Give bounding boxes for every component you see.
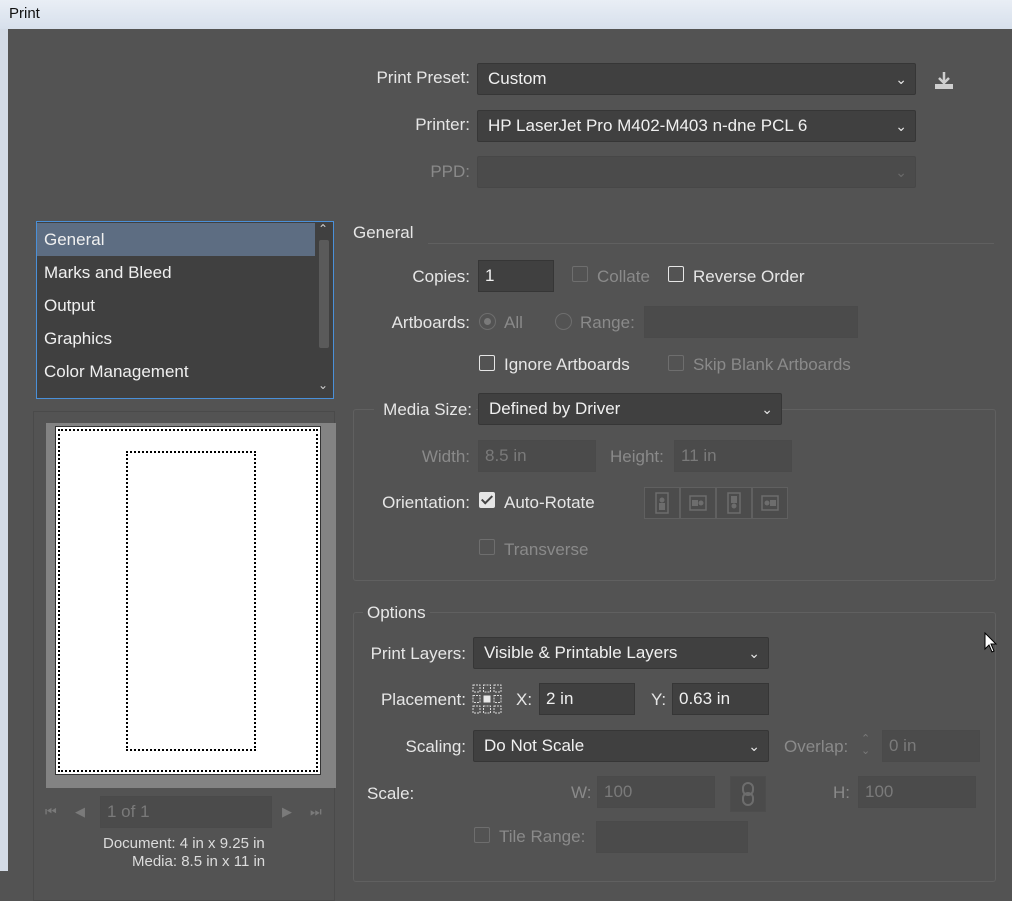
auto-rotate-checkbox[interactable] (479, 492, 495, 508)
placement-x-label: X: (516, 690, 533, 709)
print-layers-value: Visible & Printable Layers (484, 643, 678, 662)
printer-dropdown[interactable]: HP LaserJet Pro M402-M403 n-dne PCL 6 ⌄ (477, 110, 916, 142)
scrollbar-thumb[interactable] (319, 240, 329, 348)
window-title: Print (9, 5, 40, 22)
list-scrollbar[interactable]: ⌃ ⌄ (315, 222, 333, 398)
options-section-title: Options (363, 603, 430, 623)
last-page-icon[interactable]: ⏭ (310, 804, 322, 820)
window-titlebar: Print (0, 0, 1012, 29)
settings-category-list[interactable]: General Marks and Bleed Output Graphics … (36, 221, 334, 399)
reverse-order-checkbox[interactable] (668, 266, 684, 282)
document-size-info: Document: 4 in x 9.25 in (103, 835, 265, 852)
height-label: Height: (610, 447, 664, 466)
print-preset-dropdown[interactable]: Custom ⌄ (477, 63, 916, 95)
overlap-field[interactable]: 0 in (882, 730, 980, 762)
transverse-label: Transverse (504, 540, 589, 559)
sidebar-item-color-management[interactable]: Color Management (37, 355, 315, 388)
link-icon[interactable] (730, 776, 766, 812)
media-size-dropdown[interactable]: Defined by Driver ⌄ (478, 393, 782, 425)
scaling-dropdown[interactable]: Do Not Scale ⌄ (473, 730, 769, 762)
ppd-label: PPD: (430, 162, 470, 181)
scale-h-label: H: (833, 783, 850, 802)
chevron-down-icon: ⌄ (748, 738, 760, 754)
scale-h-field[interactable]: 100 (858, 776, 976, 808)
artboards-label: Artboards: (391, 313, 470, 332)
media-size-label: Media Size: (374, 400, 476, 420)
save-preset-icon[interactable] (932, 69, 956, 93)
collate-label: Collate (597, 267, 650, 286)
scroll-down-icon[interactable]: ⌄ (318, 378, 328, 392)
chevron-down-icon: ⌄ (761, 401, 773, 417)
placement-y-label: Y: (651, 690, 667, 709)
artboards-range-label: Range: (580, 313, 635, 332)
scaling-label: Scaling: (405, 737, 466, 756)
width-field[interactable]: 8.5 in (478, 440, 596, 472)
orientation-portrait-flipped-icon[interactable] (716, 487, 752, 519)
media-size-value: Defined by Driver (489, 399, 621, 418)
placement-grid-icon[interactable] (472, 684, 502, 714)
auto-rotate-label: Auto-Rotate (504, 493, 595, 512)
first-page-icon[interactable]: ⏮ (45, 804, 57, 820)
orientation-landscape-flipped-icon[interactable] (752, 487, 788, 519)
printer-label: Printer: (415, 115, 470, 134)
collate-checkbox[interactable] (572, 266, 588, 282)
artboards-all-radio[interactable] (479, 313, 496, 330)
skip-blank-artboards-label: Skip Blank Artboards (693, 355, 851, 374)
scaling-value: Do Not Scale (484, 736, 585, 755)
print-preset-value: Custom (488, 69, 547, 88)
orientation-landscape-icon[interactable] (680, 487, 716, 519)
window-frame (0, 29, 8, 871)
overlap-stepper-icon[interactable]: ⌃ ⌄ (861, 733, 870, 757)
section-divider (428, 243, 994, 244)
overlap-label: Overlap: (784, 737, 849, 756)
mouse-cursor-icon (984, 631, 998, 659)
scale-w-label: W: (571, 783, 592, 802)
orientation-portrait-icon[interactable] (644, 487, 680, 519)
print-dialog: Print Preset: Custom ⌄ Printer: HP Laser… (8, 29, 1012, 901)
chevron-down-icon: ⌄ (748, 645, 760, 661)
media-size-info: Media: 8.5 in x 11 in (132, 853, 266, 870)
placement-label: Placement: (380, 690, 466, 709)
print-layers-label: Print Layers: (370, 644, 466, 663)
placement-y-field[interactable]: 0.63 in (672, 683, 769, 715)
printer-value: HP LaserJet Pro M402-M403 n-dne PCL 6 (488, 116, 808, 135)
page-number-field[interactable]: 1 of 1 (100, 796, 272, 828)
scale-label: Scale: (367, 784, 415, 803)
chevron-down-icon: ⌄ (895, 71, 907, 87)
skip-blank-artboards-checkbox[interactable] (668, 355, 684, 371)
ignore-artboards-checkbox[interactable] (479, 355, 495, 371)
print-layers-dropdown[interactable]: Visible & Printable Layers ⌄ (473, 637, 769, 669)
sidebar-item-graphics[interactable]: Graphics (37, 322, 315, 355)
general-section-title: General (353, 223, 414, 242)
artboards-range-radio[interactable] (555, 313, 572, 330)
copies-label: Copies: (412, 267, 470, 286)
ppd-dropdown[interactable]: ⌄ (477, 156, 916, 188)
chevron-down-icon: ⌄ (895, 118, 907, 134)
print-preset-label: Print Preset: (376, 68, 470, 87)
height-field[interactable]: 11 in (674, 440, 792, 472)
scale-w-field[interactable]: 100 (597, 776, 715, 808)
prev-page-icon[interactable]: ◀ (75, 804, 85, 820)
artwork-boundary (126, 451, 256, 751)
copies-field[interactable]: 1 (478, 260, 554, 292)
sidebar-item-general[interactable]: General (37, 223, 315, 256)
width-label: Width: (421, 447, 470, 466)
artboards-range-field[interactable] (644, 306, 858, 338)
tile-range-checkbox[interactable] (474, 827, 490, 843)
scroll-up-icon[interactable]: ⌃ (318, 222, 328, 236)
chevron-down-icon: ⌄ (895, 164, 907, 180)
preview-page[interactable] (55, 426, 321, 775)
tile-range-field[interactable] (596, 821, 748, 853)
sidebar-item-marks-and-bleed[interactable]: Marks and Bleed (37, 256, 315, 289)
next-page-icon[interactable]: ▶ (282, 804, 292, 820)
transverse-checkbox[interactable] (479, 539, 495, 555)
reverse-order-label: Reverse Order (693, 267, 805, 286)
tile-range-label: Tile Range: (499, 827, 586, 846)
orientation-label: Orientation: (382, 493, 470, 512)
sidebar-item-output[interactable]: Output (37, 289, 315, 322)
artboards-all-label: All (504, 313, 523, 332)
placement-x-field[interactable]: 2 in (539, 683, 635, 715)
ignore-artboards-label: Ignore Artboards (504, 355, 630, 374)
